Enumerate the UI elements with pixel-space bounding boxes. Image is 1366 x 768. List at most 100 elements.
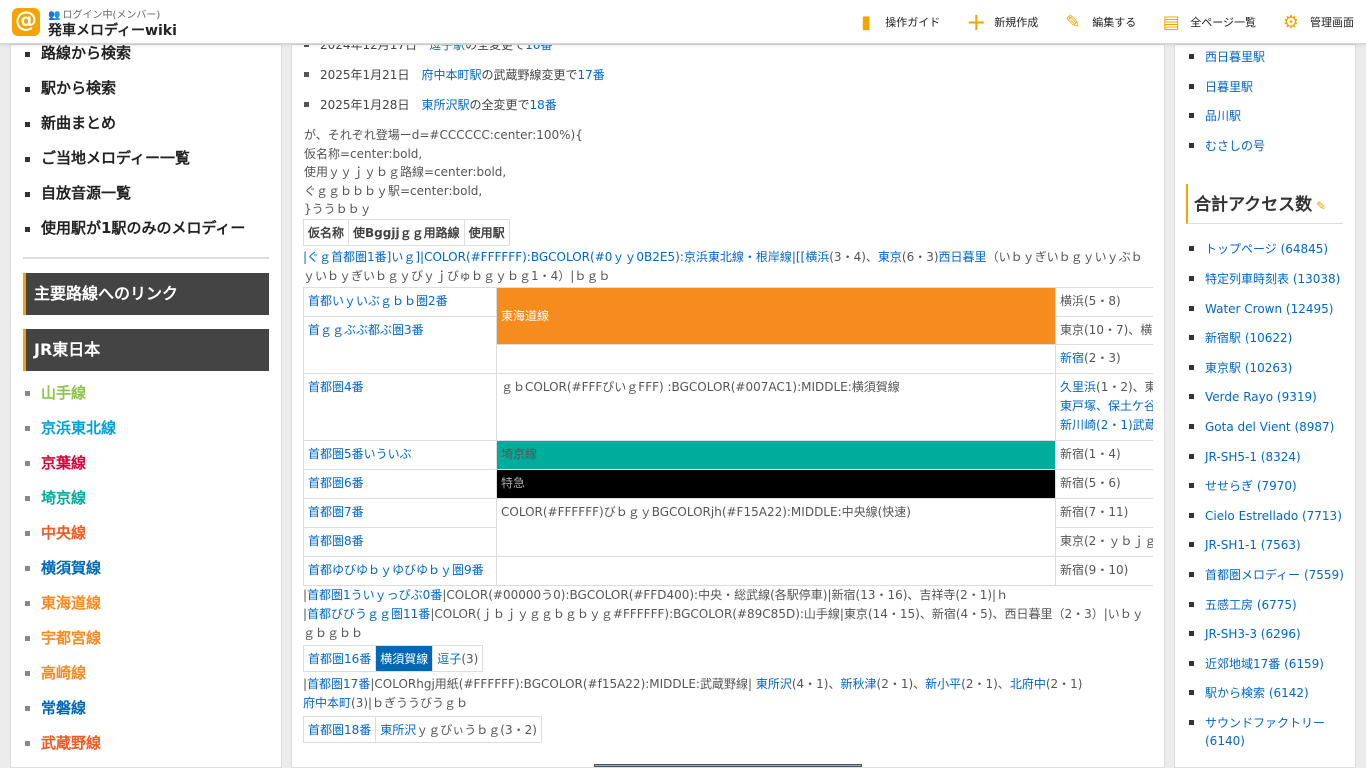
nav-item-new-songs[interactable]: 新曲まとめ (23, 115, 281, 150)
station-link[interactable]: 久里浜 (1060, 380, 1096, 394)
ranking-link[interactable]: 首都圏メロディー (7559) (1205, 568, 1344, 582)
ranking-item: 五感工房 (6775) (1187, 596, 1355, 626)
ranking-item: 東京駅 (10263) (1187, 359, 1355, 389)
station-link[interactable]: (2・1)武蔵 (1096, 418, 1153, 432)
ranking-link[interactable]: 新宿駅 (10622) (1205, 331, 1292, 345)
edit-pencil-icon[interactable]: ✎ (1316, 199, 1326, 213)
line-link-saikyo[interactable]: 埼京線 (23, 490, 281, 525)
line-link-chuo[interactable]: 中央線 (23, 525, 281, 560)
melody-link[interactable]: 17番 (578, 68, 605, 82)
ranking-link[interactable]: Cielo Estrellado (7713) (1205, 509, 1342, 523)
station-link[interactable]: 東戸塚、保土ケ谷 (1060, 399, 1153, 413)
melody-link[interactable]: 首都圏8番 (308, 534, 364, 548)
station-link[interactable]: 横浜 (805, 250, 829, 264)
line-link-yamanote[interactable]: 山手線 (23, 385, 281, 420)
melody-link[interactable]: 首都圏7番 (308, 505, 364, 519)
ranking-link[interactable]: トップページ (64845) (1205, 242, 1328, 256)
melody-link[interactable]: 首都圏5番いういぶ (308, 447, 412, 461)
melody-link[interactable]: 首ｇｇぶぶ都ぶ圏3番 (308, 323, 424, 337)
station-link[interactable]: 府中本町 (303, 696, 351, 710)
melody-link[interactable]: 首都圏4番 (308, 380, 364, 394)
station-link[interactable]: 府中本町駅 (421, 68, 481, 82)
nav-item-route-search[interactable]: 路線から検索 (23, 45, 281, 80)
melody-link[interactable]: 首都圏16番 (308, 652, 371, 666)
station-link[interactable]: 西日暮里駅 (1205, 50, 1265, 64)
nav-item-station-search[interactable]: 駅から検索 (23, 80, 281, 115)
all-pages-button[interactable]: ▤ 全ページ一覧 (1162, 12, 1256, 33)
melody-link[interactable]: 首都いｙいぶｇｂｂ圏2番 (308, 294, 448, 308)
nav-item-self-broadcast[interactable]: 自放音源一覧 (23, 185, 281, 220)
ranking-item: サウンドファクトリー (6140) (1187, 714, 1355, 750)
station-list: 西日暮里駅 日暮里駅 品川駅 むさしの号 (1175, 48, 1355, 166)
station-link[interactable]: 新川崎 (1060, 418, 1096, 432)
melody-name-cell: 首都圏8番 (303, 526, 497, 557)
station-link[interactable]: 新宿 (1060, 351, 1084, 365)
admin-button[interactable]: ⚙ 管理画面 (1282, 12, 1354, 33)
ranking-link[interactable]: 駅から検索 (6142) (1205, 686, 1309, 700)
ranking-link[interactable]: サウンドファクトリー (6140) (1205, 716, 1325, 748)
ranking-link[interactable]: Water Crown (12495) (1205, 302, 1333, 316)
line-link-tokaido[interactable]: 東海道線 (23, 595, 281, 630)
line-link-keihin-tohoku[interactable]: 京浜東北線 (23, 420, 281, 455)
line-link-yokosuka[interactable]: 横須賀線 (23, 560, 281, 595)
station-cell: 新宿(7・11) (1055, 497, 1153, 528)
ranking-link[interactable]: JR-SH3-3 (6296) (1205, 627, 1301, 641)
melody-link[interactable]: 16番 (525, 45, 552, 52)
station-link[interactable]: 逗子 (437, 652, 461, 666)
station-link[interactable]: むさしの号 (1205, 139, 1265, 153)
edit-button[interactable]: ✎ 編集する (1064, 12, 1137, 33)
ranking-item: Verde Rayo (9319) (1187, 388, 1355, 418)
raw-line: が、それぞれ登場ーd=#CCCCCC:center:100%){ (304, 128, 583, 142)
access-count-heading: 合計アクセス数 ✎ (1186, 184, 1343, 225)
ranking-link[interactable]: JR-SH5-1 (8324) (1205, 450, 1301, 464)
station-link[interactable]: 東所沢 (756, 677, 792, 691)
station-link[interactable]: 西日暮里 (939, 250, 987, 264)
station-link[interactable]: 新小平 (925, 677, 961, 691)
plus-icon: + (966, 8, 987, 36)
melody-name-cell: 首都圏7番 (303, 497, 497, 528)
melody-name-cell: 首都圏4番 (303, 372, 497, 441)
ranking-link[interactable]: JR-SH1-1 (7563) (1205, 538, 1301, 552)
melody-link[interactable]: 首都圏1ういｙっぴぶ0番 (307, 588, 442, 602)
melody-link[interactable]: 首都ゆびゆｂｙゆびゆｂｙ圏9番 (308, 563, 484, 577)
nav-item-single-station[interactable]: 使用駅が1駅のみのメロディー (23, 220, 281, 255)
station-link[interactable]: 日暮里駅 (1205, 80, 1253, 94)
ranking-link[interactable]: 東京駅 (10263) (1205, 361, 1292, 375)
melody-link[interactable]: 首都圏17番 (307, 677, 370, 691)
ranking-link[interactable]: せせらぎ (7970) (1205, 479, 1297, 493)
raw-link[interactable]: |ぐｇ首都圏1番]いｇ]|COLOR(#FFFFFF):BGCOLOR(#0ｙｙ… (303, 250, 805, 264)
ranking-link[interactable]: Gota del Vient (8987) (1205, 420, 1334, 434)
melody-link[interactable]: 18番 (530, 98, 557, 112)
melody-link[interactable]: 首都圏18番 (308, 723, 371, 737)
melody-table: 首都いｙいぶｇｂｂ圏2番 東海道線 横浜(5・8) 首ｇｇぶぶ都ぶ圏3番 東京(… (303, 286, 1153, 586)
ranking-link[interactable]: Verde Rayo (9319) (1205, 390, 1317, 404)
melody-link[interactable]: 首都びびうｇｇ圏11番 (307, 607, 430, 621)
line-link-musashino[interactable]: 武蔵野線 (23, 735, 281, 767)
ranking-item: JR-SH5-1 (8324) (1187, 448, 1355, 478)
station-link[interactable]: 東所沢 (380, 723, 416, 737)
station-link[interactable]: 新秋津 (841, 677, 877, 691)
line-link-takasaki[interactable]: 高崎線 (23, 665, 281, 700)
station-link[interactable]: 東京 (878, 250, 902, 264)
site-title[interactable]: 発車メロディーwiki (48, 20, 177, 40)
wiki-logo-icon[interactable]: @ (12, 8, 40, 36)
line-link-keiyo[interactable]: 京葉線 (23, 455, 281, 490)
station-link[interactable]: 品川駅 (1205, 109, 1241, 123)
page-icon: ▤ (1162, 11, 1180, 33)
station-link[interactable]: 北府中 (1010, 677, 1046, 691)
station-link[interactable]: 東所沢駅 (421, 98, 469, 112)
station-cell: 横浜(5・8) (1055, 286, 1153, 317)
ranking-link[interactable]: 特定列車時刻表 (13038) (1205, 272, 1340, 286)
ranking-link[interactable]: 近郊地域17番 (6159) (1205, 657, 1324, 671)
ranking-link[interactable]: 五感工房 (6775) (1205, 598, 1297, 612)
ranking-item: 首都圏メロディー (7559) (1187, 566, 1355, 596)
new-page-button[interactable]: + 新規作成 (966, 8, 1038, 36)
station-cell: 新宿(2・3) (1055, 343, 1153, 374)
melody-link[interactable]: 首都圏6番 (308, 476, 364, 490)
nav-item-local-melodies[interactable]: ご当地メロディー一覧 (23, 150, 281, 185)
line-link-joban[interactable]: 常磐線 (23, 700, 281, 735)
station-link[interactable]: 逗子駅 (429, 45, 465, 52)
guide-button[interactable]: ▮ 操作ガイド (857, 12, 940, 33)
sidebar-nav: 路線から検索 駅から検索 新曲まとめ ご当地メロディー一覧 自放音源一覧 使用駅… (11, 45, 281, 255)
line-link-utsunomiya[interactable]: 宇都宮線 (23, 630, 281, 665)
